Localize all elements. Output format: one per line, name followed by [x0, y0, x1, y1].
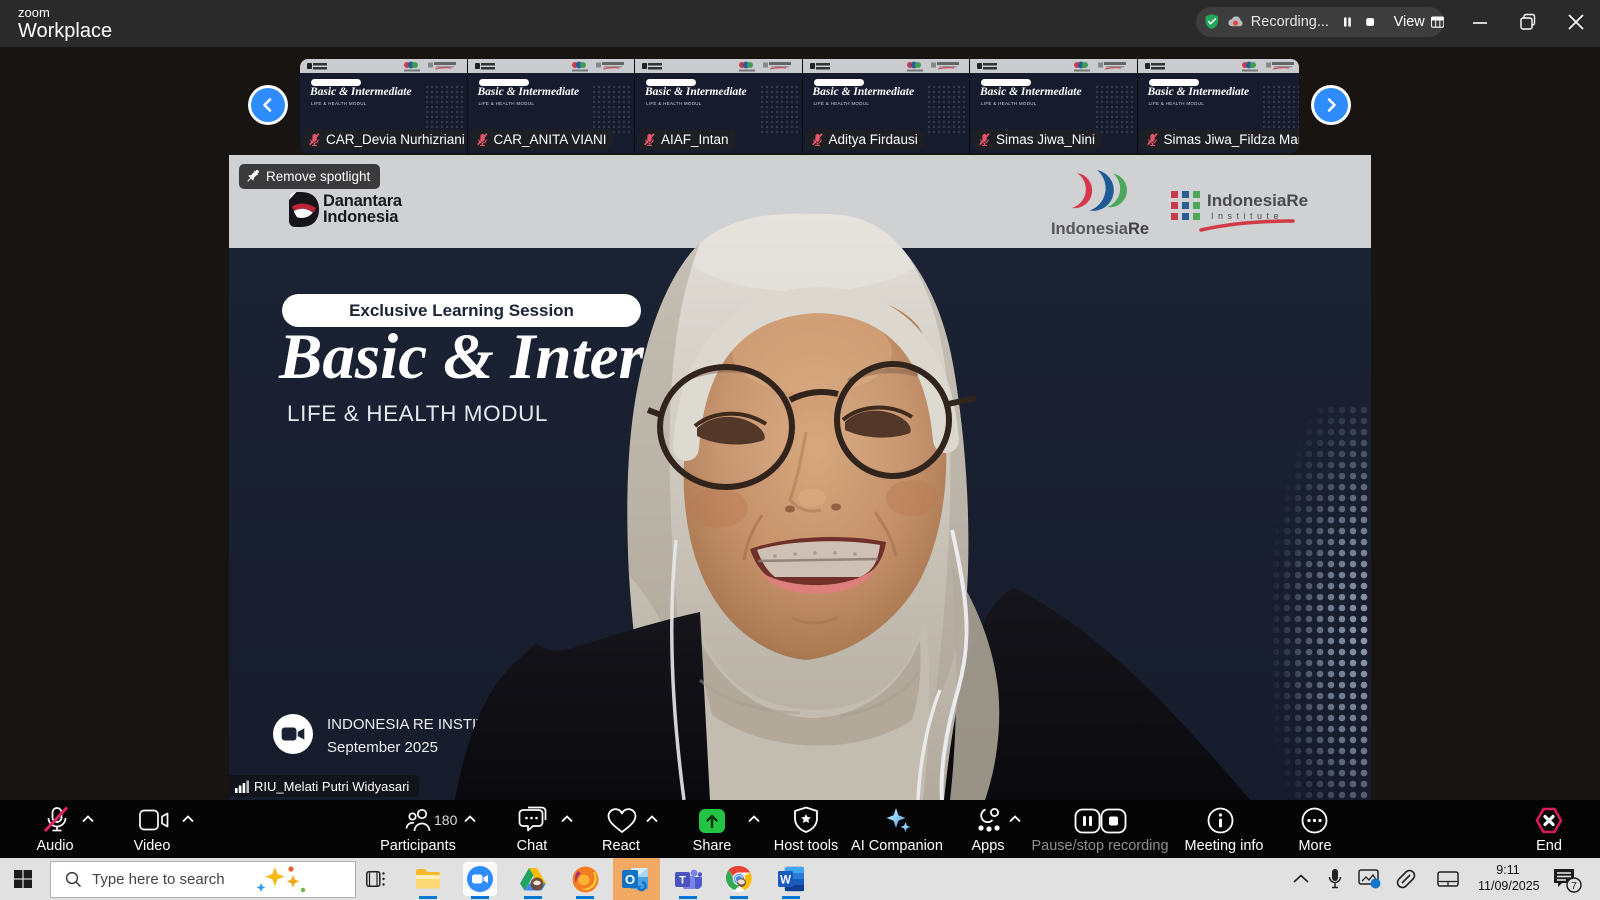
svg-text:7: 7	[1571, 880, 1577, 892]
svg-text:O: O	[625, 872, 635, 887]
svg-text:W: W	[780, 875, 791, 887]
svg-text:T: T	[679, 874, 686, 886]
